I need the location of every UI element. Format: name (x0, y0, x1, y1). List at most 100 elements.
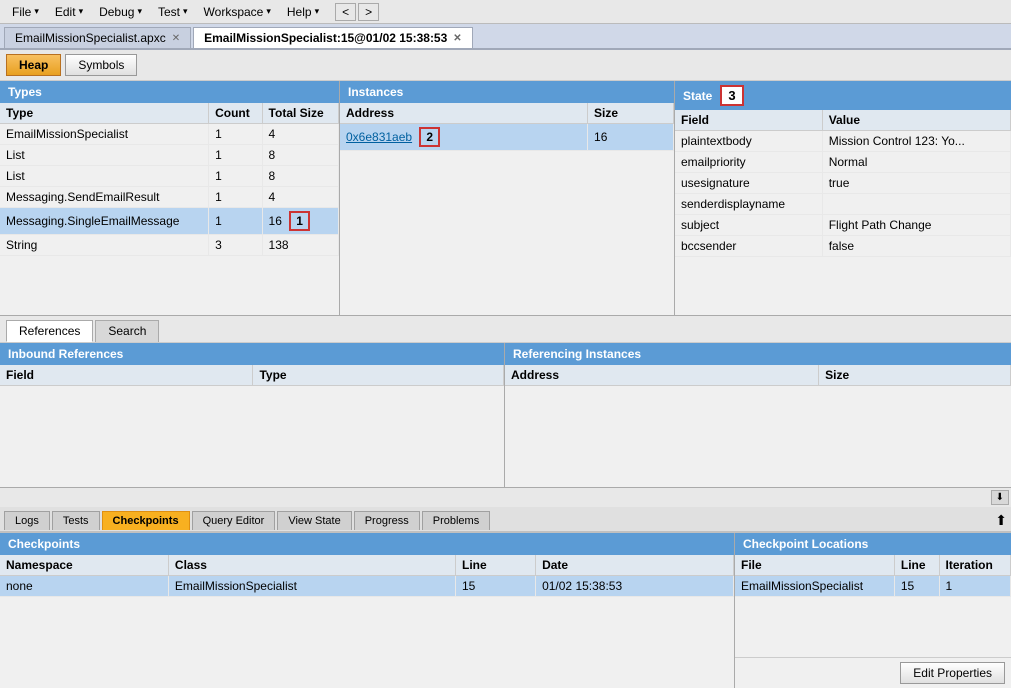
referring-header: Referencing Instances (505, 343, 1011, 365)
tab-progress[interactable]: Progress (354, 511, 420, 530)
tab-checkpoints[interactable]: Checkpoints (102, 511, 190, 530)
tab-view-state[interactable]: View State (277, 511, 351, 530)
scroll-indicator: ⬇ (0, 488, 1011, 507)
symbols-button[interactable]: Symbols (65, 54, 137, 76)
menu-debug[interactable]: Debug ▾ (91, 3, 150, 21)
checkpoints-header: Checkpoints (0, 533, 734, 555)
size-cell: 16 1 (262, 208, 338, 235)
ref-tabs-bar: References Search (0, 316, 1011, 343)
heap-button[interactable]: Heap (6, 54, 61, 76)
field-cell: senderdisplayname (675, 194, 822, 215)
cpl-col-iteration: Iteration (939, 555, 1011, 576)
table-row[interactable]: String 3 138 (0, 235, 339, 256)
field-cell: plaintextbody (675, 131, 822, 152)
size-cell: 16 (588, 124, 674, 151)
value-cell: Mission Control 123: Yo... (822, 131, 1010, 152)
menu-workspace[interactable]: Workspace ▾ (196, 3, 279, 21)
table-row: plaintextbody Mission Control 123: Yo... (675, 131, 1011, 152)
close-icon[interactable]: ✕ (172, 33, 180, 44)
instances-header: Instances (340, 81, 674, 103)
value-cell: Flight Path Change (822, 215, 1010, 236)
tab-emailmission-apxc[interactable]: EmailMissionSpecialist.apxc ✕ (4, 27, 191, 48)
type-cell: List (0, 166, 209, 187)
ref-col-size: Size (819, 365, 1011, 386)
close-icon[interactable]: ✕ (453, 33, 461, 44)
tab-emailmission-debug[interactable]: EmailMissionSpecialist:15@01/02 15:38:53… (193, 27, 473, 48)
inbound-header: Inbound References (0, 343, 504, 365)
instances-table: Address Size 0x6e831aeb 2 16 (340, 103, 674, 315)
workspace-arrow-icon: ▾ (266, 6, 271, 17)
nav-next-button[interactable]: > (358, 3, 379, 21)
menu-file[interactable]: File ▾ (4, 3, 47, 21)
expand-icon[interactable]: ⬆ (995, 512, 1007, 529)
table-row[interactable]: Messaging.SendEmailResult 1 4 (0, 187, 339, 208)
state-badge: 3 (720, 85, 743, 106)
type-cell: String (0, 235, 209, 256)
tab-bar: EmailMissionSpecialist.apxc ✕ EmailMissi… (0, 24, 1011, 50)
state-title: State (683, 89, 712, 103)
state-panel: State 3 Field Value plaintextbody Missio… (675, 81, 1011, 315)
menu-bar: File ▾ Edit ▾ Debug ▾ Test ▾ Workspace ▾… (0, 0, 1011, 24)
size-cell: 4 (262, 187, 338, 208)
menu-test[interactable]: Test ▾ (150, 3, 196, 21)
address-cell: 0x6e831aeb 2 (340, 124, 588, 151)
file-cell: EmailMissionSpecialist (735, 576, 894, 597)
menu-nav: < > (335, 3, 379, 21)
types-table: Type Count Total Size EmailMissionSpecia… (0, 103, 339, 315)
table-row: bccsender false (675, 236, 1011, 257)
cp-col-class: Class (168, 555, 455, 576)
menu-help[interactable]: Help ▾ (279, 3, 327, 21)
table-row[interactable]: Messaging.SingleEmailMessage 1 16 1 (0, 208, 339, 235)
type-cell: EmailMissionSpecialist (0, 124, 209, 145)
cp-footer: Edit Properties (735, 657, 1011, 688)
referring-panel: Referencing Instances Address Size (505, 343, 1011, 487)
tab-label: EmailMissionSpecialist.apxc (15, 31, 166, 45)
table-row: senderdisplayname (675, 194, 1011, 215)
inbound-col-type: Type (253, 365, 504, 386)
scroll-down-icon[interactable]: ⬇ (991, 490, 1009, 505)
cp-col-namespace: Namespace (0, 555, 168, 576)
inbound-panel: Inbound References Field Type (0, 343, 505, 487)
help-arrow-icon: ▾ (315, 6, 320, 17)
inst-col-address: Address (340, 103, 588, 124)
field-cell: subject (675, 215, 822, 236)
size-cell: 8 (262, 166, 338, 187)
type-cell: Messaging.SendEmailResult (0, 187, 209, 208)
class-cell: EmailMissionSpecialist (168, 576, 455, 597)
edit-arrow-icon: ▾ (79, 6, 84, 17)
line-cell: 15 (456, 576, 536, 597)
cpl-col-line: Line (894, 555, 939, 576)
tab-references[interactable]: References (6, 320, 93, 342)
table-row[interactable]: EmailMissionSpecialist 15 1 (735, 576, 1011, 597)
table-row[interactable]: none EmailMissionSpecialist 15 01/02 15:… (0, 576, 734, 597)
count-cell: 1 (209, 124, 262, 145)
size-cell: 138 (262, 235, 338, 256)
types-panel: Types Type Count Total Size EmailMission… (0, 81, 340, 315)
table-row[interactable]: 0x6e831aeb 2 16 (340, 124, 674, 151)
tab-search[interactable]: Search (95, 320, 159, 342)
tab-label: EmailMissionSpecialist:15@01/02 15:38:53 (204, 31, 447, 45)
value-cell: true (822, 173, 1010, 194)
table-row: subject Flight Path Change (675, 215, 1011, 236)
cp-locations-table: File Line Iteration EmailMissionSpeciali… (735, 555, 1011, 657)
date-cell: 01/02 15:38:53 (536, 576, 734, 597)
menu-edit[interactable]: Edit ▾ (47, 3, 91, 21)
ref-col-address: Address (505, 365, 819, 386)
nav-prev-button[interactable]: < (335, 3, 356, 21)
edit-properties-button[interactable]: Edit Properties (900, 662, 1005, 684)
cp-locations-panel: Checkpoint Locations File Line Iteration… (735, 533, 1011, 688)
cp-col-line: Line (456, 555, 536, 576)
table-row[interactable]: List 1 8 (0, 166, 339, 187)
tab-query-editor[interactable]: Query Editor (192, 511, 276, 530)
table-row[interactable]: List 1 8 (0, 145, 339, 166)
table-row[interactable]: EmailMissionSpecialist 1 4 (0, 124, 339, 145)
inbound-table: Field Type (0, 365, 504, 487)
tab-problems[interactable]: Problems (422, 511, 490, 530)
tab-logs[interactable]: Logs (4, 511, 50, 530)
tab-tests[interactable]: Tests (52, 511, 100, 530)
count-cell: 1 (209, 187, 262, 208)
checkpoints-table: Namespace Class Line Date none EmailMiss… (0, 555, 734, 688)
state-table: Field Value plaintextbody Mission Contro… (675, 110, 1011, 315)
referring-table: Address Size (505, 365, 1011, 487)
cp-locations-header: Checkpoint Locations (735, 533, 1011, 555)
